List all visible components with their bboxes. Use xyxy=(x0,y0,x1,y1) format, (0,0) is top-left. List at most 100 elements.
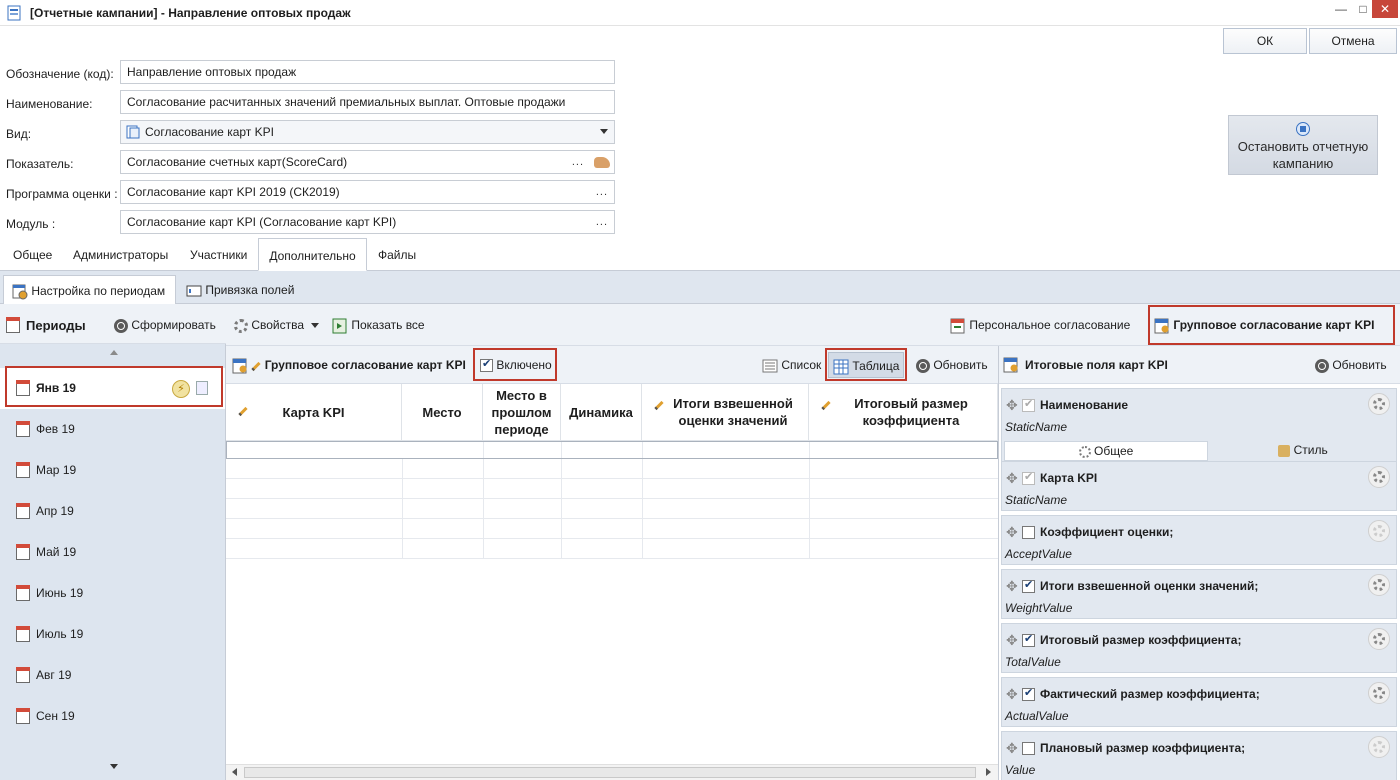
move-icon[interactable]: ✥ xyxy=(1006,686,1018,703)
ellipsis-icon[interactable]: ... xyxy=(572,156,584,168)
stop-campaign-button[interactable]: Остановить отчетную кампанию xyxy=(1228,115,1378,175)
period-item[interactable]: Авг 19 xyxy=(0,655,225,696)
checkbox-icon[interactable] xyxy=(1022,742,1035,755)
column-header-label: Итоги взвешенной оценки значений xyxy=(673,396,793,428)
right-refresh-button[interactable]: Обновить xyxy=(1315,358,1387,373)
column-header[interactable]: Динамика xyxy=(561,384,642,441)
lightning-icon[interactable]: ⚡ xyxy=(172,380,190,398)
tab-general[interactable]: Общее xyxy=(7,238,58,271)
checkbox-icon[interactable] xyxy=(1022,686,1035,701)
filter-row[interactable] xyxy=(226,441,998,459)
field-card[interactable]: ✥ Итоговый размер коэффициента; TotalVal… xyxy=(1001,623,1397,673)
tab-administrators[interactable]: Администраторы xyxy=(67,238,174,271)
field-card[interactable]: ✥ Карта KPI StaticName xyxy=(1001,461,1397,511)
column-header[interactable]: Карта KPI xyxy=(226,384,402,441)
column-header[interactable]: Место в прошлом периоде xyxy=(483,384,561,441)
period-label: Июль 19 xyxy=(36,627,84,641)
stop-campaign-label: Остановить отчетную кампанию xyxy=(1237,139,1369,171)
copy-icon[interactable] xyxy=(196,381,208,395)
tab-field-general[interactable]: Общее xyxy=(1004,441,1208,461)
column-header[interactable]: Итоги взвешенной оценки значений xyxy=(642,384,809,441)
period-item[interactable]: Июль 19 xyxy=(0,614,225,655)
checkbox-icon[interactable] xyxy=(1022,578,1035,593)
group-approval-button[interactable]: Групповое согласование карт KPI xyxy=(1154,318,1375,334)
scroll-thumb[interactable] xyxy=(244,767,976,778)
table-row[interactable] xyxy=(226,459,998,479)
gear-icon[interactable] xyxy=(1368,520,1390,542)
indicator-field[interactable]: Согласование счетных карт(ScoreCard) ... xyxy=(120,150,615,174)
ellipsis-icon[interactable]: ... xyxy=(596,216,608,228)
column-header[interactable]: Итоговый размер коэффициента xyxy=(809,384,998,441)
period-item[interactable]: Фев 19 xyxy=(0,409,225,450)
name-field[interactable]: Согласование расчитанных значений премиа… xyxy=(120,90,615,114)
tab-field-style[interactable]: Стиль xyxy=(1210,441,1396,461)
ellipsis-icon[interactable]: ... xyxy=(596,186,608,198)
cancel-button[interactable]: Отмена xyxy=(1309,28,1397,54)
field-card[interactable]: ✥ Фактический размер коэффициента; Actua… xyxy=(1001,677,1397,727)
table-row[interactable] xyxy=(226,499,998,519)
grid-cell[interactable] xyxy=(642,442,643,458)
grid-cell[interactable] xyxy=(809,442,810,458)
grid-cell[interactable] xyxy=(483,442,484,458)
scroll-up-icon[interactable] xyxy=(110,350,118,355)
periods-header: Периоды Сформировать xyxy=(0,304,226,344)
horizontal-scrollbar[interactable] xyxy=(226,764,998,780)
field-card[interactable]: ✥ Коэффициент оценки; AcceptValue xyxy=(1001,515,1397,565)
show-all-label: Показать все xyxy=(351,318,425,333)
checkbox-icon[interactable] xyxy=(1022,526,1035,539)
field-card[interactable]: ✥ Плановый размер коэффициента; Value xyxy=(1001,731,1397,780)
properties-button[interactable]: Свойства xyxy=(234,318,320,333)
enabled-checkbox[interactable]: Включено xyxy=(480,357,552,373)
table-view-button[interactable]: Таблица xyxy=(828,352,905,378)
tab-field-binding-label: Привязка полей xyxy=(205,283,295,298)
tab-field-binding[interactable]: Привязка полей xyxy=(178,275,302,304)
personal-approval-button[interactable]: Персональное согласование xyxy=(950,318,1130,334)
module-field[interactable]: Согласование карт KPI (Согласование карт… xyxy=(120,210,615,234)
period-item[interactable]: Мар 19 xyxy=(0,450,225,491)
gear-icon[interactable] xyxy=(1368,628,1390,650)
show-all-button[interactable]: Показать все xyxy=(332,318,425,334)
grid-cell xyxy=(402,539,403,559)
field-card[interactable]: ✥ Итоги взвешенной оценки значений; Weig… xyxy=(1001,569,1397,619)
enabled-label: Включено xyxy=(496,358,552,372)
period-item[interactable]: Сен 19 xyxy=(0,696,225,737)
checkbox-icon[interactable] xyxy=(1022,632,1035,647)
scroll-left-icon[interactable] xyxy=(232,768,237,776)
gear-icon[interactable] xyxy=(1368,393,1390,415)
column-header[interactable]: Место xyxy=(402,384,483,441)
type-select[interactable]: Согласование карт KPI xyxy=(120,120,615,144)
move-icon[interactable]: ✥ xyxy=(1006,578,1018,595)
program-field[interactable]: Согласование карт KPI 2019 (СК2019) ... xyxy=(120,180,615,204)
grid-cell[interactable] xyxy=(561,442,562,458)
move-icon[interactable]: ✥ xyxy=(1006,470,1018,487)
generate-button[interactable]: Сформировать xyxy=(114,318,216,333)
code-value: Направление оптовых продаж xyxy=(127,65,297,79)
tab-participants[interactable]: Участники xyxy=(184,238,253,271)
move-icon[interactable]: ✥ xyxy=(1006,632,1018,649)
tab-period-settings[interactable]: Настройка по периодам xyxy=(3,275,176,304)
table-row[interactable] xyxy=(226,539,998,559)
list-view-button[interactable]: Список xyxy=(762,358,821,374)
scroll-down-icon[interactable] xyxy=(110,764,118,769)
move-icon[interactable]: ✥ xyxy=(1006,740,1018,757)
period-item[interactable]: Май 19 xyxy=(0,532,225,573)
ok-button[interactable]: ОК xyxy=(1223,28,1307,54)
gear-icon[interactable] xyxy=(1368,574,1390,596)
close-icon[interactable]: ✕ xyxy=(1372,0,1398,18)
gear-icon[interactable] xyxy=(1368,682,1390,704)
table-row[interactable] xyxy=(226,479,998,499)
tab-files[interactable]: Файлы xyxy=(372,238,422,271)
hand-icon[interactable] xyxy=(594,157,610,168)
gear-icon[interactable] xyxy=(1368,466,1390,488)
tab-additional[interactable]: Дополнительно xyxy=(258,238,367,271)
move-icon[interactable]: ✥ xyxy=(1006,524,1018,541)
period-item[interactable]: Июнь 19 xyxy=(0,573,225,614)
period-item[interactable]: Янв 19 ⚡ xyxy=(0,368,225,409)
code-field[interactable]: Направление оптовых продаж xyxy=(120,60,615,84)
grid-refresh-button[interactable]: Обновить xyxy=(916,358,988,373)
gear-icon[interactable] xyxy=(1368,736,1390,758)
scroll-right-icon[interactable] xyxy=(986,768,991,776)
table-row[interactable] xyxy=(226,519,998,539)
period-item[interactable]: Апр 19 xyxy=(0,491,225,532)
move-icon[interactable]: ✥ xyxy=(1006,397,1018,414)
